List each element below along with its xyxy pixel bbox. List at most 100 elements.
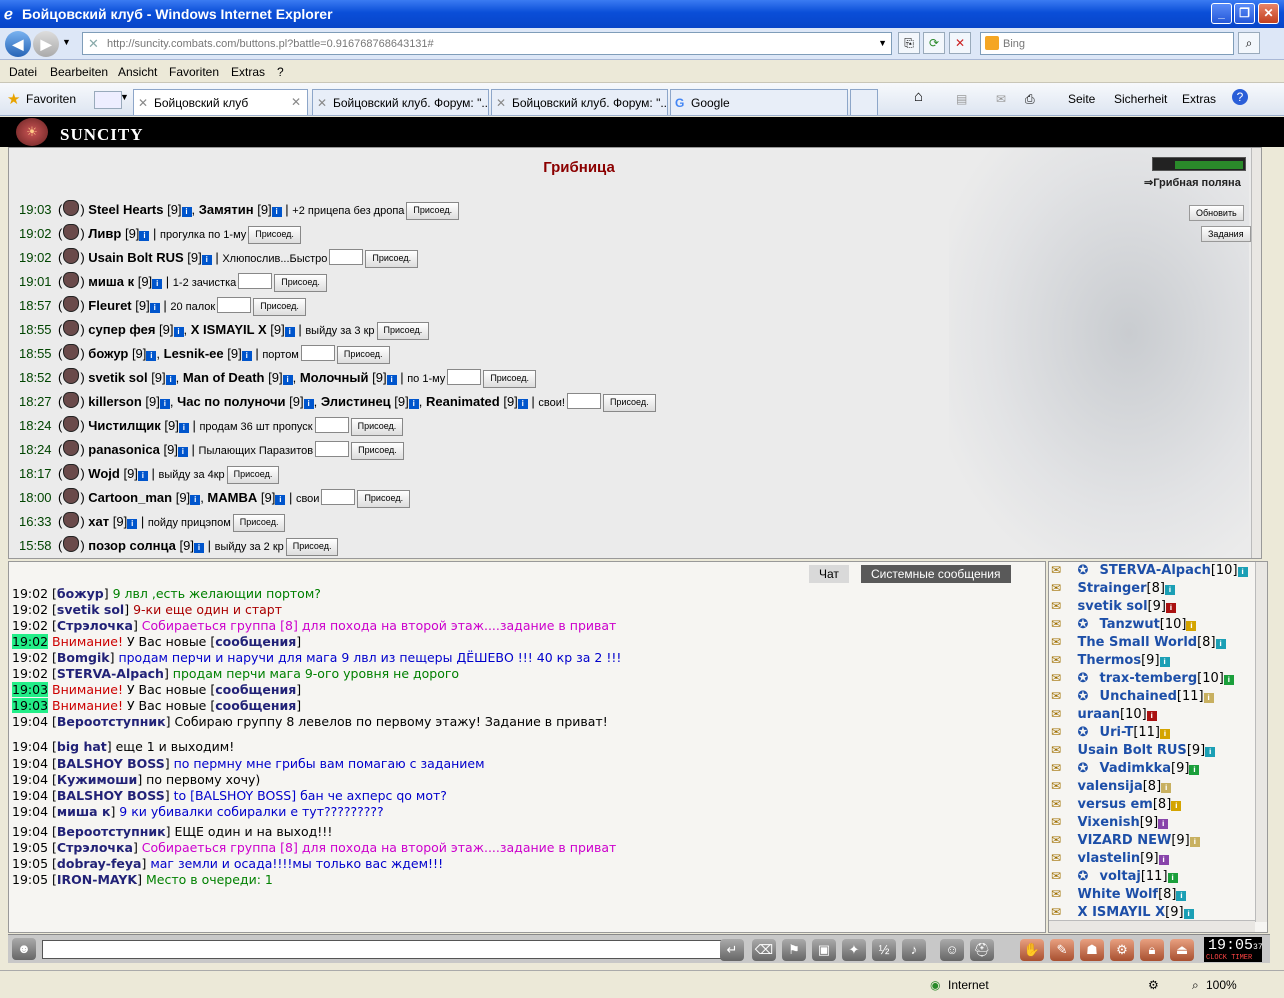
info-icon[interactable]: i xyxy=(275,495,286,505)
join-button[interactable]: Присоед. xyxy=(376,322,430,340)
password-input[interactable] xyxy=(238,273,273,289)
member-name[interactable]: Cartoon_man xyxy=(88,490,172,505)
join-button[interactable]: Присоед. xyxy=(406,202,460,220)
user-info-icon[interactable]: i xyxy=(1167,873,1178,883)
user-info-icon[interactable]: i xyxy=(1160,729,1170,739)
sys-messages-link[interactable]: сообщения xyxy=(215,634,296,649)
info-icon[interactable]: i xyxy=(201,255,212,265)
private-message-icon[interactable]: ✉ xyxy=(1051,689,1073,703)
member-name[interactable]: Чистилщик xyxy=(88,418,160,433)
inventory-icon[interactable]: ✋ xyxy=(1020,939,1044,961)
chat-nick[interactable]: божур xyxy=(57,586,104,601)
member-name[interactable]: Reanimated xyxy=(426,394,500,409)
refresh-button[interactable]: Обновить xyxy=(1189,205,1244,221)
member-name[interactable]: Steel Hearts xyxy=(88,202,163,217)
info-icon[interactable]: i xyxy=(517,399,528,409)
user-info-icon[interactable]: i xyxy=(1215,639,1226,649)
join-button[interactable]: Присоед. xyxy=(336,346,390,364)
user-info-icon[interactable]: i xyxy=(1171,801,1182,811)
chat-nick[interactable]: Вероотступник xyxy=(57,714,166,729)
private-message-icon[interactable]: ✉ xyxy=(1051,833,1073,847)
chat-nick[interactable]: Вероотступник xyxy=(57,824,166,839)
tab-list-icon[interactable]: ▼ xyxy=(120,92,129,102)
info-icon[interactable]: i xyxy=(149,303,160,313)
chat-input[interactable] xyxy=(42,940,722,959)
password-input[interactable] xyxy=(566,393,601,409)
private-message-icon[interactable]: ✉ xyxy=(1051,671,1073,685)
sound-icon[interactable]: ♪ xyxy=(902,939,926,961)
mail-icon[interactable]: ✉ xyxy=(996,92,1006,106)
filter-icon[interactable]: ⚑ xyxy=(782,939,806,961)
info-icon[interactable]: i xyxy=(139,231,150,241)
battle-shield-icon[interactable] xyxy=(63,368,80,384)
member-name[interactable]: Час по полуночи xyxy=(177,394,285,409)
member-name[interactable]: killerson xyxy=(88,394,141,409)
info-icon[interactable]: i xyxy=(386,375,397,385)
user-info-icon[interactable]: i xyxy=(1203,693,1214,703)
private-message-icon[interactable]: ✉ xyxy=(1051,599,1073,613)
battle-shield-icon[interactable] xyxy=(63,416,80,432)
member-name[interactable]: MAMBA xyxy=(207,490,257,505)
info-icon[interactable]: i xyxy=(159,399,170,409)
close-button[interactable]: ✕ xyxy=(1258,3,1279,24)
password-input[interactable] xyxy=(315,441,350,457)
join-button[interactable]: Присоед. xyxy=(226,466,280,484)
helmet-icon[interactable]: ⛑ xyxy=(970,939,994,961)
clear-icon[interactable]: ⌫ xyxy=(752,939,776,961)
private-message-icon[interactable]: ✉ xyxy=(1051,707,1073,721)
member-name[interactable]: Usain Bolt RUS xyxy=(88,250,183,265)
feeds-icon[interactable]: ▤ xyxy=(956,92,967,106)
info-icon[interactable]: i xyxy=(271,207,282,217)
user-info-icon[interactable]: i xyxy=(1159,657,1170,667)
info-icon[interactable]: i xyxy=(178,423,189,433)
menu-help[interactable]: ? xyxy=(277,65,284,79)
battle-shield-icon[interactable] xyxy=(63,224,80,240)
favorites-label[interactable]: Favoriten xyxy=(26,92,76,106)
online-user[interactable]: ✉ versus em[8] i xyxy=(1051,797,1182,815)
chat-nick[interactable]: Стрэлочка xyxy=(57,840,133,855)
address-dropdown-icon[interactable]: ▼ xyxy=(878,38,887,48)
info-icon[interactable]: i xyxy=(241,351,252,361)
info-icon[interactable]: i xyxy=(146,351,157,361)
info-icon[interactable]: i xyxy=(190,495,201,505)
join-button[interactable]: Присоед. xyxy=(357,490,411,508)
battle-shield-icon[interactable] xyxy=(63,344,80,360)
join-button[interactable]: Присоед. xyxy=(232,514,286,532)
member-name[interactable]: хат xyxy=(88,514,109,529)
protected-mode-icon[interactable]: ⚙ xyxy=(1148,978,1159,992)
maximize-button[interactable]: ❐ xyxy=(1234,3,1255,24)
user-info-icon[interactable]: i xyxy=(1176,891,1187,901)
battle-shield-icon[interactable] xyxy=(63,248,80,264)
online-user[interactable]: ✉ Vixenish[9] i xyxy=(1051,815,1169,833)
home-icon[interactable]: ⌂ xyxy=(914,88,923,105)
tab-system-messages[interactable]: Системные сообщения xyxy=(861,565,1011,583)
private-message-icon[interactable]: ✉ xyxy=(1051,581,1073,595)
history-dropdown-icon[interactable]: ▼ xyxy=(62,37,71,47)
help-icon[interactable]: ? xyxy=(1232,89,1248,105)
smiley-icon[interactable]: ☺ xyxy=(940,939,964,961)
minimize-button[interactable]: _ xyxy=(1211,3,1232,24)
user-info-icon[interactable]: i xyxy=(1164,585,1175,595)
battle-shield-icon[interactable] xyxy=(63,512,80,528)
info-icon[interactable]: i xyxy=(284,327,295,337)
online-user[interactable]: ✉ Usain Bolt RUS[9] i xyxy=(1051,743,1216,761)
zoom-icon[interactable]: ⌕ xyxy=(1192,978,1199,993)
member-name[interactable]: Элистинец xyxy=(321,394,391,409)
join-button[interactable]: Присоед. xyxy=(602,394,656,412)
online-user[interactable]: ✉ svetik sol[9] i xyxy=(1051,599,1176,617)
chat-nick[interactable]: dobray-feya xyxy=(57,856,142,871)
online-hscrollbar[interactable] xyxy=(1049,920,1255,932)
private-message-icon[interactable]: ✉ xyxy=(1051,869,1073,883)
password-input[interactable] xyxy=(329,249,364,265)
online-user[interactable]: ✉ ✪ Vadimkka[9] i xyxy=(1051,761,1200,779)
forward-icon[interactable]: ▶ xyxy=(33,31,59,57)
split-icon[interactable]: ½ xyxy=(872,939,896,961)
user-info-icon[interactable]: i xyxy=(1189,837,1200,847)
menu-seite[interactable]: Seite xyxy=(1068,92,1095,106)
join-button[interactable]: Присоед. xyxy=(365,250,419,268)
online-user[interactable]: ✉ ✪ Unchained[11] i xyxy=(1051,689,1214,707)
member-name[interactable]: X ISMAYIL X xyxy=(191,322,267,337)
battle-shield-icon[interactable] xyxy=(63,296,80,312)
favorites-star-icon[interactable]: ★ xyxy=(7,90,20,108)
join-button[interactable]: Присоед. xyxy=(483,370,536,388)
